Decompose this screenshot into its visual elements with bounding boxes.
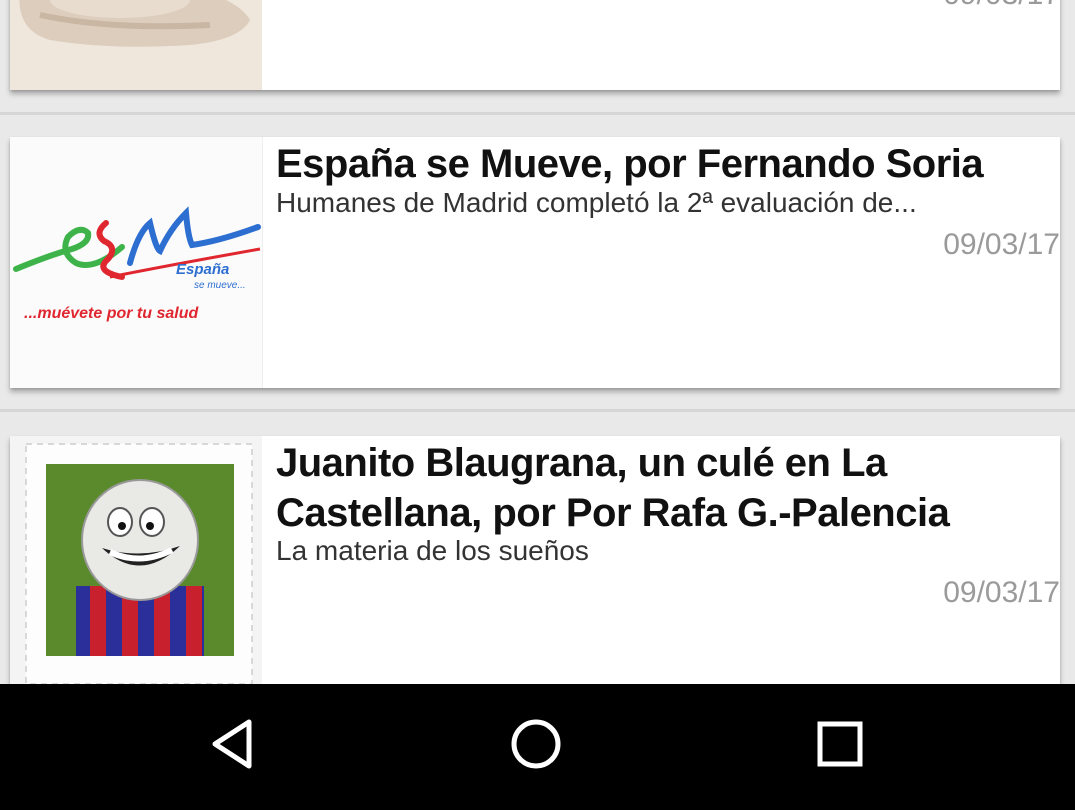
recents-icon (817, 721, 863, 767)
article-card[interactable]: 09/03/17 (10, 0, 1060, 90)
back-icon (212, 719, 252, 769)
logo-sub-text: se mueve... (194, 280, 246, 291)
feed-divider (0, 409, 1075, 412)
article-title: España se Mueve, por Fernando Soria (276, 142, 984, 186)
home-icon (511, 719, 561, 769)
article-card[interactable]: Juanito Blaugrana, un culé en La Castell… (10, 436, 1060, 684)
logo-tagline-text: ...muévete por tu salud (24, 305, 199, 322)
recents-button[interactable] (810, 714, 870, 774)
blaugrana-stamp-avatar (10, 436, 262, 684)
article-date: 09/03/17 (943, 0, 1060, 12)
article-date: 09/03/17 (943, 228, 1060, 261)
back-button[interactable] (205, 714, 265, 774)
article-title: Juanito Blaugrana, un culé en La Castell… (276, 441, 950, 535)
news-feed[interactable]: 09/03/17 España se mueve... ...muévete p… (0, 0, 1075, 684)
feed-divider (0, 112, 1075, 115)
article-snippet: Humanes de Madrid completó la 2ª evaluac… (276, 187, 917, 218)
article-card[interactable]: España se mueve... ...muévete por tu sal… (10, 137, 1060, 388)
home-button[interactable] (506, 714, 566, 774)
system-navigation-bar (0, 684, 1075, 810)
logo-brand-text: España (176, 261, 229, 278)
article-date: 09/03/17 (943, 576, 1060, 609)
espana-se-mueve-logo: España se mueve... ...muévete por tu sal… (10, 137, 263, 388)
article-snippet: La materia de los sueños (276, 535, 589, 566)
sneaker-thumbnail (10, 0, 262, 90)
